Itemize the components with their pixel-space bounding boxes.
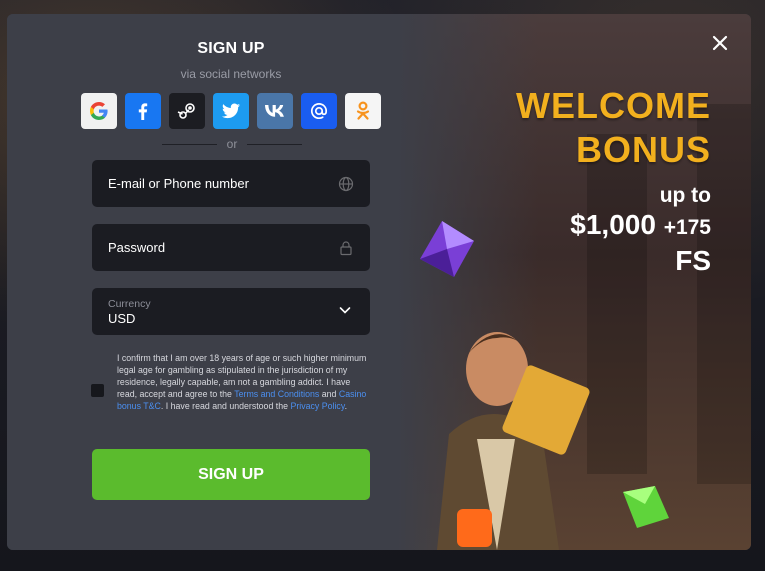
currency-select[interactable]: Currency USD [92,288,370,335]
welcome-bonus-banner: WELCOME BONUS up to $1,000 +175 FS [397,14,751,550]
consent-text-part: . I have read and understood the [160,401,291,411]
password-label: Password [108,240,166,255]
consent-text-part: . [344,401,348,411]
globe-icon [338,176,354,191]
mailru-icon [310,103,328,120]
up-to-label: up to [659,184,711,207]
twitter-login-button[interactable] [213,93,249,129]
close-button[interactable] [709,32,731,54]
lock-icon [340,240,352,255]
consent-text-part: and [319,389,339,399]
email-phone-field[interactable]: E-mail or Phone number [92,160,370,207]
email-phone-label: E-mail or Phone number [108,176,249,191]
steam-icon [177,103,195,119]
facebook-icon [138,103,148,120]
sign-up-button[interactable]: SIGN UP [92,449,370,500]
facebook-login-button[interactable] [125,93,161,129]
bonus-headline: BONUS [575,129,711,170]
odnoklassniki-icon [356,101,370,120]
vk-login-button[interactable] [257,93,293,129]
free-spins-label: FS [675,245,711,276]
bonus-amount: $1,000 +175 [516,208,711,245]
chevron-down-icon [339,307,351,314]
social-login-row [81,93,381,129]
google-login-button[interactable] [81,93,117,129]
mailru-login-button[interactable] [301,93,337,129]
twitter-icon [222,103,240,119]
purple-gem-icon [420,221,474,277]
welcome-headline: WELCOME [516,85,711,126]
consent-text: I confirm that I am over 18 years of age… [117,352,367,412]
terms-link[interactable]: Terms and Conditions [234,389,319,399]
or-divider-line-left [162,143,217,145]
vk-icon [265,105,284,117]
free-spins-count: +175 [663,216,711,239]
privacy-policy-link[interactable]: Privacy Policy [290,401,344,411]
or-label: or [226,137,238,151]
currency-value: USD [108,310,136,326]
bonus-amount-value: $1,000 [570,209,656,240]
password-field[interactable]: Password [92,224,370,271]
odnoklassniki-login-button[interactable] [345,93,381,129]
bonus-text: WELCOME BONUS up to $1,000 +175 FS [516,84,711,277]
close-icon [712,35,728,51]
green-gem-icon [623,486,669,528]
or-divider-line-right [247,143,303,145]
consent-checkbox[interactable] [91,384,104,397]
or-divider: or [162,137,303,151]
steam-login-button[interactable] [169,93,205,129]
signup-modal: SIGN UP via social networks or E-mail or… [7,14,751,550]
currency-caption: Currency [108,297,151,310]
google-icon [90,102,108,120]
explorer-character [437,332,590,550]
social-subtitle: via social networks [180,67,282,81]
signup-title: SIGN UP [197,40,265,57]
